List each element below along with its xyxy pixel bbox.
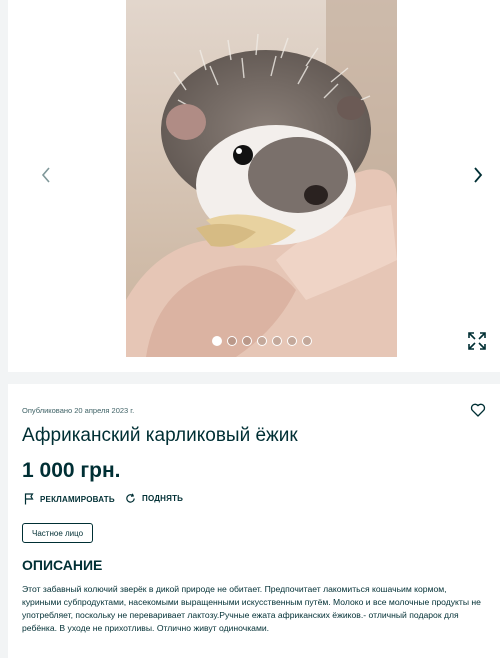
previous-image-button[interactable] <box>34 163 58 187</box>
pagination-dot[interactable] <box>287 336 297 346</box>
next-image-button[interactable] <box>466 163 490 187</box>
pagination-dot[interactable] <box>257 336 267 346</box>
listing-title: Африканский карликовый ёжик <box>22 425 298 446</box>
gallery-card <box>8 0 500 372</box>
pagination-dot[interactable] <box>212 336 222 346</box>
listing-details: Опубликовано 20 апреля 2023 г. Африканск… <box>8 384 500 658</box>
pagination-dot[interactable] <box>227 336 237 346</box>
refresh-icon <box>126 493 135 503</box>
image-gallery <box>0 0 500 372</box>
raise-button[interactable]: ПОДНЯТЬ <box>125 493 183 504</box>
chevron-left-icon <box>41 167 50 183</box>
hedgehog-image <box>126 0 397 357</box>
listing-price: 1 000 грн. <box>22 459 121 482</box>
raise-label: ПОДНЯТЬ <box>142 494 184 503</box>
promote-button[interactable]: РЕКЛАМИРОВАТЬ <box>24 493 115 505</box>
description-text: Этот забавный колючий зверёк в дикой при… <box>22 584 481 633</box>
pagination-dot[interactable] <box>302 336 312 346</box>
flag-icon <box>24 493 34 505</box>
chevron-right-icon <box>474 167 483 183</box>
pagination-dot[interactable] <box>242 336 252 346</box>
listing-photo[interactable] <box>126 0 397 357</box>
pagination-dot[interactable] <box>272 336 282 346</box>
heart-icon <box>470 403 486 417</box>
favorite-button[interactable] <box>470 402 486 418</box>
published-date: Опубликовано 20 апреля 2023 г. <box>22 406 135 415</box>
expand-icon <box>468 332 486 350</box>
gallery-pagination <box>212 336 312 346</box>
promote-label: РЕКЛАМИРОВАТЬ <box>40 494 115 504</box>
description-heading: ОПИСАНИЕ <box>22 557 103 573</box>
fullscreen-button[interactable] <box>467 331 487 351</box>
seller-type-badge: Частное лицо <box>22 523 94 543</box>
